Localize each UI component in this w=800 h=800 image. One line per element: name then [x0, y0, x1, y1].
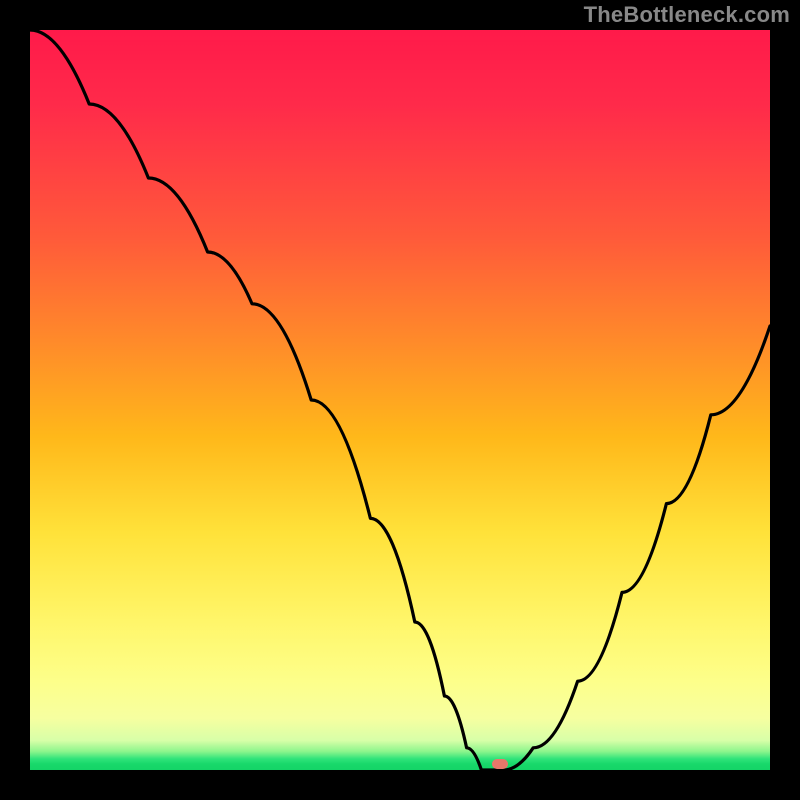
watermark-text: TheBottleneck.com: [584, 2, 790, 28]
plot-area: [30, 30, 770, 770]
optimal-marker: [492, 759, 508, 769]
bottleneck-curve: [30, 30, 770, 770]
chart-frame: TheBottleneck.com: [0, 0, 800, 800]
